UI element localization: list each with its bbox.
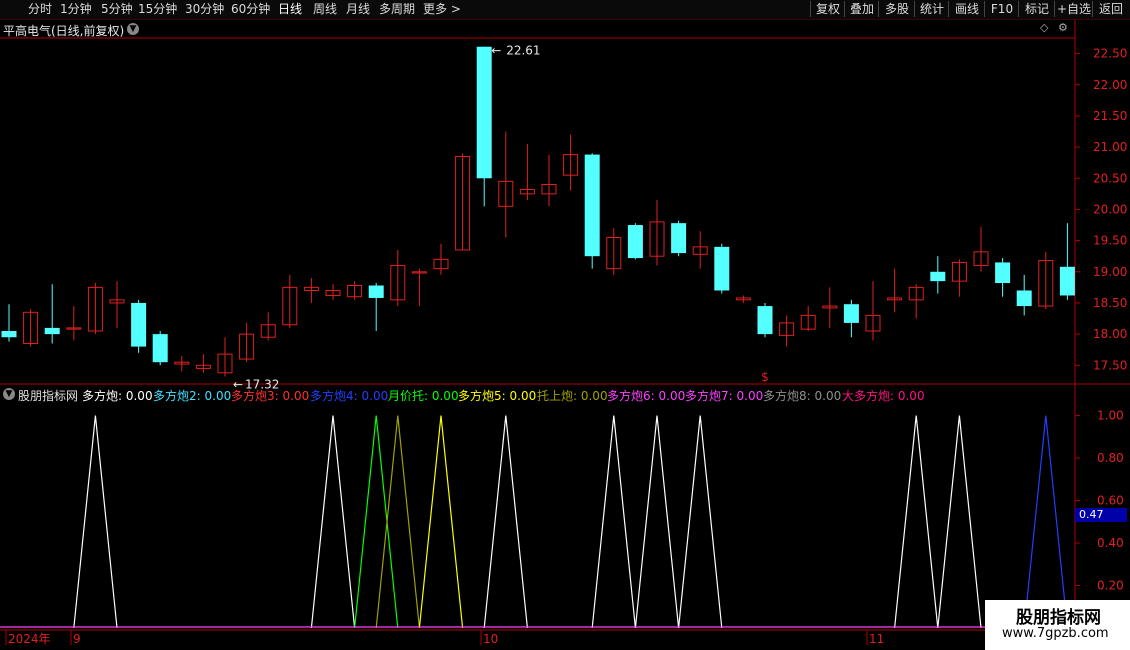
indicator-value: 0.00 <box>122 389 153 403</box>
indicator-tick-label: 0.40 <box>1097 536 1124 550</box>
indicator-item-6: 托上炮: 0.00 <box>537 387 608 404</box>
chart-canvas: 22.50 22.00 21.50 21.00 20.50 20.00 19.50 19.00… <box>0 20 1130 646</box>
indicator-label: 多方炮8: <box>763 389 811 403</box>
indicator-spike <box>894 415 939 629</box>
indicator-spike <box>310 415 356 629</box>
indicator-item-4: 月价托: 0.00 <box>388 387 459 404</box>
indicator-item-8: 多方炮7: 0.00 <box>685 387 763 404</box>
indicator-spike <box>591 415 636 629</box>
indicator-spike <box>375 415 420 629</box>
price-tick-label: 21.00 <box>1093 140 1127 154</box>
indicator-value: 0.00 <box>810 389 842 403</box>
price-tick-label: 21.50 <box>1093 109 1127 123</box>
candle-body <box>131 302 147 347</box>
price-tick-label: 19.50 <box>1093 234 1127 248</box>
signal-mark: $ <box>761 370 769 384</box>
price-tick-label: 19.00 <box>1093 265 1127 279</box>
time-axis-label: 10 <box>483 632 498 646</box>
candle-body <box>1016 290 1032 307</box>
indicator-dropdown-icon[interactable]: ▼ <box>3 388 15 400</box>
high-arrow: ← <box>491 44 501 58</box>
indicator-item-5: 多方炮5: 0.00 <box>458 387 536 404</box>
watermark-title: 股朋指标网 <box>1016 608 1101 628</box>
indicator-item-0: 多方炮: 0.00 <box>82 387 153 404</box>
candle-body <box>843 304 859 323</box>
indicator-spike <box>678 415 723 629</box>
indicator-item-10: 大多方炮: 0.00 <box>842 387 925 404</box>
indicator-name: 股朋指标网 <box>18 389 79 403</box>
price-tick-label: 18.00 <box>1093 327 1127 341</box>
indicator-spike <box>937 415 982 629</box>
indicator-item-7: 多方炮6: 0.00 <box>607 387 685 404</box>
price-tick-label: 20.50 <box>1093 171 1127 185</box>
price-tick-label: 20.00 <box>1093 202 1127 216</box>
high-label: 22.61 <box>506 44 540 58</box>
watermark-url: www.7gpzb.com <box>1002 626 1109 641</box>
indicator-spike <box>354 415 399 629</box>
indicator-label: 多方炮7: <box>685 389 733 403</box>
indicator-label: 大多方炮: <box>842 389 895 403</box>
indicator-tick-label: 0.80 <box>1097 451 1124 465</box>
candle-body <box>44 327 60 335</box>
price-tick-label: 18.50 <box>1093 296 1127 310</box>
candle-body <box>584 154 600 257</box>
candle-body <box>714 246 730 291</box>
indicator-item-3: 多方炮4: 0.00 <box>310 387 388 404</box>
indicator-spike <box>483 415 528 629</box>
price-tick-label: 22.50 <box>1093 47 1127 61</box>
price-tick-label: 17.50 <box>1093 358 1127 372</box>
indicator-label: 多方炮: <box>82 389 123 403</box>
indicator-value: 0.00 <box>428 389 459 403</box>
indicator-tick-label: 1.00 <box>1097 409 1124 423</box>
candle-body <box>152 334 168 363</box>
time-axis-label: 2024年 <box>8 632 51 646</box>
indicator-label: 多方炮4: <box>310 389 358 403</box>
candle-body <box>627 225 643 259</box>
indicator-value: 0.00 <box>654 389 686 403</box>
price-tick-label: 22.00 <box>1093 78 1127 92</box>
indicator-label: 多方炮6: <box>607 389 655 403</box>
indicator-item-1: 多方炮2: 0.00 <box>153 387 231 404</box>
indicator-value: 0.00 <box>357 389 389 403</box>
indicator-tick-label: 0.20 <box>1097 579 1124 593</box>
indicator-label: 多方炮3: <box>231 389 279 403</box>
candle-body <box>368 285 384 298</box>
candle-body <box>930 271 946 282</box>
candle-body <box>995 262 1011 284</box>
indicator-label: 月价托: <box>388 389 429 403</box>
indicator-spike <box>418 415 464 629</box>
time-axis-label: 11 <box>869 632 884 646</box>
indicator-tick-label: 0.60 <box>1097 494 1124 508</box>
indicator-value: 0.00 <box>278 389 310 403</box>
indicator-spike <box>73 415 118 629</box>
candle-body <box>757 306 773 335</box>
candle-body <box>1059 266 1075 296</box>
indicator-value: 0.00 <box>732 389 764 403</box>
indicator-item-2: 多方炮3: 0.00 <box>231 387 309 404</box>
indicator-value: 0.00 <box>505 389 537 403</box>
indicator-item-9: 多方炮8: 0.00 <box>763 387 841 404</box>
current-value-label: 0.47 <box>1075 508 1127 522</box>
indicator-value: 0.00 <box>577 389 608 403</box>
indicator-label: 多方炮2: <box>153 389 201 403</box>
indicator-value: 0.00 <box>894 389 925 403</box>
indicator-label: 多方炮5: <box>458 389 506 403</box>
indicator-spike <box>1023 415 1068 629</box>
candle-body <box>1 331 17 338</box>
indicator-value: 0.00 <box>200 389 232 403</box>
indicator-label: 托上炮: <box>537 389 578 403</box>
time-axis-label: 9 <box>73 632 81 646</box>
indicator-spike <box>634 415 680 629</box>
candle-body <box>476 46 492 179</box>
candle-body <box>671 223 687 254</box>
